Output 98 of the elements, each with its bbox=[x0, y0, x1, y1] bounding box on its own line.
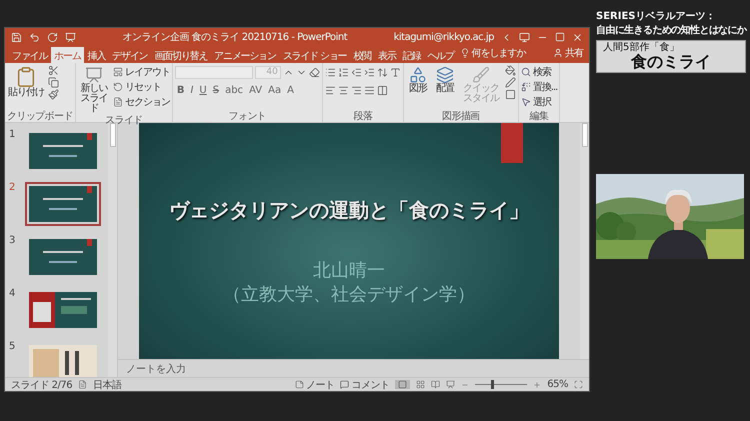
redo-icon[interactable] bbox=[47, 32, 58, 42]
outline-icon[interactable] bbox=[504, 77, 516, 88]
normal-view-icon bbox=[398, 380, 408, 389]
maximize-icon[interactable] bbox=[555, 32, 565, 42]
save-icon[interactable] bbox=[11, 32, 22, 42]
caption-title: 食のミライ bbox=[630, 53, 712, 71]
sorter-view-icon[interactable] bbox=[416, 380, 426, 389]
reading-view-icon[interactable] bbox=[431, 380, 440, 389]
format-button[interactable]: abc bbox=[223, 84, 246, 96]
slide-number: 5 bbox=[9, 341, 16, 354]
slide-author: 北山晴一 bbox=[313, 260, 385, 282]
scrollbar-thumb[interactable] bbox=[110, 123, 116, 147]
fit-window-icon[interactable] bbox=[574, 380, 583, 389]
format-button[interactable]: B bbox=[174, 84, 186, 96]
slide-affiliation: （立教大学、社会デザイン学） bbox=[223, 284, 475, 306]
indent-icon[interactable] bbox=[364, 66, 375, 78]
account-name: kitagumi@rikkyo.ac.jp bbox=[394, 32, 494, 42]
group-label: 編集 bbox=[528, 111, 550, 122]
close-icon[interactable] bbox=[572, 32, 583, 42]
line-spacing-icon[interactable] bbox=[376, 66, 388, 78]
format-button[interactable]: S bbox=[210, 84, 222, 96]
group-label: クリップボード bbox=[7, 111, 73, 122]
align-right-icon[interactable] bbox=[350, 84, 362, 96]
ribbon-button[interactable]: 検索 bbox=[520, 65, 558, 79]
cut-icon[interactable] bbox=[48, 65, 59, 76]
person-icon bbox=[553, 48, 563, 58]
slide-icon bbox=[84, 66, 103, 84]
comment-icon bbox=[340, 380, 350, 389]
present-icon[interactable] bbox=[65, 32, 76, 42]
lightbulb-icon bbox=[460, 48, 470, 58]
normal-view-button[interactable] bbox=[395, 380, 410, 389]
ribbon-tab[interactable]: ヘルプ bbox=[424, 47, 457, 63]
slide-number: 4 bbox=[9, 288, 16, 301]
clipboard-icon bbox=[15, 66, 37, 88]
undo-icon[interactable] bbox=[29, 32, 40, 42]
scrollbar-thumb[interactable] bbox=[582, 123, 588, 147]
paste-button[interactable]: 貼り付け bbox=[7, 65, 45, 111]
columns-icon[interactable] bbox=[376, 84, 388, 96]
slide-title: ヴェジタリアンの運動と「食のミライ」 bbox=[169, 197, 529, 224]
ribbon-tab[interactable]: ホーム bbox=[51, 47, 84, 63]
clear-format-icon[interactable] bbox=[308, 66, 320, 78]
notes-icon bbox=[294, 380, 304, 389]
ribbon-tab[interactable]: アニメーション bbox=[211, 47, 279, 63]
outdent-icon[interactable] bbox=[350, 66, 362, 78]
language-label[interactable]: 日本語 bbox=[93, 378, 122, 392]
zoom-level[interactable]: 65% bbox=[547, 379, 568, 390]
ribbon-tab[interactable]: 表示 bbox=[375, 47, 399, 63]
bookmark-ribbon bbox=[501, 123, 523, 163]
ribbon-tab[interactable]: 校閲 bbox=[350, 47, 374, 63]
ribbon-tab[interactable]: 画面切り替え bbox=[151, 47, 210, 63]
ribbon-button[interactable]: 配置 bbox=[432, 65, 457, 111]
ribbon-tab[interactable]: ファイル bbox=[9, 47, 50, 63]
ribbon-button[interactable]: 図形 bbox=[406, 65, 430, 111]
effects-icon[interactable] bbox=[504, 89, 516, 100]
ribbon-tab[interactable]: デザイン bbox=[109, 47, 150, 63]
align-left-icon[interactable] bbox=[324, 84, 336, 96]
group-label: 図形描画 bbox=[441, 111, 481, 122]
font-name-field[interactable] bbox=[174, 66, 253, 78]
format-button[interactable]: A bbox=[285, 84, 296, 96]
accessibility-icon[interactable] bbox=[78, 380, 88, 389]
series-subtitle: 自由に生きるための知性とはなにか bbox=[596, 24, 748, 37]
slide-number: 2 bbox=[9, 182, 16, 195]
ribbon-button[interactable]: 選択 bbox=[520, 95, 558, 109]
fill-icon[interactable] bbox=[504, 65, 516, 76]
copy-icon[interactable] bbox=[48, 77, 59, 88]
group-label: フォント bbox=[228, 111, 268, 122]
format-button[interactable]: U bbox=[197, 84, 209, 96]
slide-number: 1 bbox=[9, 129, 16, 142]
slide-number: 3 bbox=[9, 235, 16, 248]
window-title: オンライン企画 食のミライ 20210716 - PowerPoint bbox=[122, 31, 348, 44]
ribbon-tab[interactable]: 記録 bbox=[400, 47, 424, 63]
numbering-icon[interactable] bbox=[338, 66, 349, 78]
ribbon-button[interactable]: セクション bbox=[112, 95, 170, 109]
format-button[interactable]: Aa bbox=[266, 84, 284, 96]
ribbon-button[interactable]: レイアウト bbox=[112, 65, 170, 79]
ribbon-button[interactable]: リセット bbox=[112, 80, 170, 94]
format-button[interactable]: AV bbox=[247, 84, 264, 96]
align-center-icon[interactable] bbox=[338, 84, 349, 96]
slide-counter: スライド 2/76 bbox=[11, 378, 72, 392]
group-label: スライド bbox=[104, 115, 144, 126]
share-button[interactable]: 共有 bbox=[551, 46, 585, 63]
tell-me-field[interactable]: 何をしますか bbox=[458, 46, 528, 63]
notes-button[interactable]: ノート bbox=[294, 378, 334, 392]
ribbon-tab[interactable]: 挿入 bbox=[84, 47, 108, 63]
text-direction-icon[interactable] bbox=[390, 66, 401, 78]
justify-icon[interactable] bbox=[364, 84, 375, 96]
caption-kicker: 人間5部作「食」 bbox=[603, 42, 680, 53]
ribbon-display-icon[interactable] bbox=[519, 32, 530, 42]
zoom-thumb[interactable] bbox=[491, 380, 494, 389]
ribbon-button[interactable]: 置換... bbox=[520, 80, 558, 94]
ribbon-tab[interactable]: スライド ショー bbox=[280, 47, 350, 63]
group-label: 段落 bbox=[352, 111, 374, 122]
format-painter-icon[interactable] bbox=[48, 89, 59, 100]
slideshow-icon[interactable] bbox=[446, 380, 456, 389]
format-button[interactable]: I bbox=[188, 84, 196, 96]
comments-button[interactable]: コメント bbox=[340, 378, 390, 392]
new-slide-button[interactable]: 新しいスライド bbox=[78, 65, 110, 115]
series-title: SERIESリベラルアーツ： bbox=[596, 10, 716, 23]
